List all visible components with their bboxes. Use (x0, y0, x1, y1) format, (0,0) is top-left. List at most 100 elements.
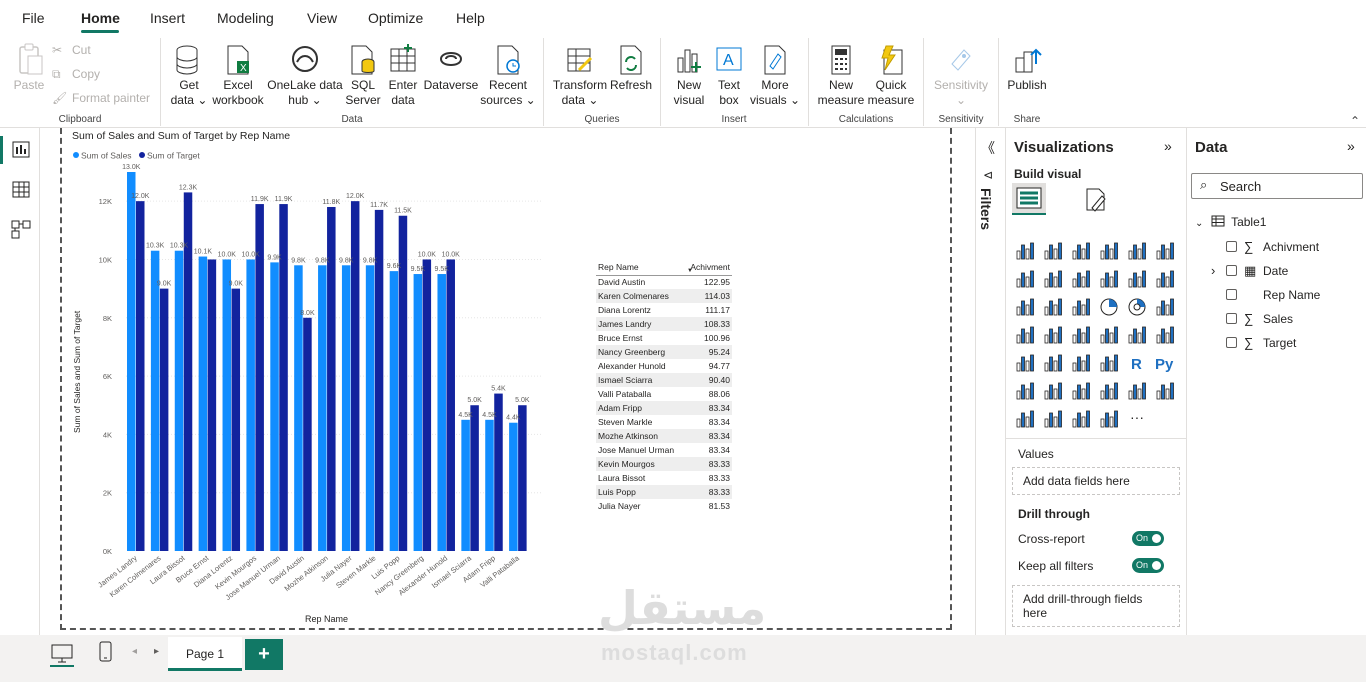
field-checkbox[interactable] (1226, 241, 1237, 252)
table-row[interactable]: James Landry 108.33 (596, 317, 732, 331)
values-drop-zone[interactable]: Add data fields here (1012, 467, 1180, 495)
expand-pane-icon[interactable]: » (1347, 138, 1355, 154)
previous-page-icon[interactable]: ◂ (132, 646, 137, 657)
excel-workbook-button[interactable]: X Excel workbook (210, 44, 266, 108)
collapse-pane-icon[interactable]: 《 (981, 138, 995, 158)
chevron-visual-icon[interactable] (1098, 408, 1120, 430)
kpi-icon[interactable] (1014, 352, 1036, 374)
bar-sales[interactable] (509, 422, 518, 551)
line-chart-icon[interactable] (1014, 268, 1036, 290)
stacked-bar-icon[interactable] (1014, 240, 1036, 262)
bar-target[interactable] (470, 405, 479, 551)
pie-icon[interactable] (1098, 296, 1120, 318)
100-bar-icon[interactable] (1126, 240, 1148, 262)
more-visuals-icon[interactable]: ··· (1126, 408, 1148, 430)
table-row[interactable]: Jose Manuel Urman 83.34 (596, 443, 732, 457)
bar-sales[interactable] (341, 265, 351, 551)
smart-narrative-icon[interactable] (1098, 380, 1120, 402)
table-row[interactable]: Karen Colmenares 114.03 (596, 289, 732, 303)
bar-target[interactable] (231, 288, 241, 551)
search-input[interactable]: ⌕ Search (1191, 173, 1363, 199)
donut-icon[interactable] (1126, 296, 1148, 318)
menu-modeling[interactable]: Modeling (217, 10, 274, 26)
field-checkbox[interactable] (1226, 265, 1237, 276)
map-icon[interactable] (1014, 324, 1036, 346)
diamond-visual-icon[interactable] (1070, 408, 1092, 430)
page-tab-page1[interactable]: Page 1 (168, 637, 242, 671)
new-measure-button[interactable]: New measure (816, 44, 866, 108)
100-column-icon[interactable] (1154, 240, 1176, 262)
filled-map-icon[interactable] (1042, 324, 1064, 346)
table-row[interactable]: Adam Fripp 83.34 (596, 401, 732, 415)
cross-report-toggle[interactable]: On (1132, 531, 1164, 546)
bar-sales[interactable] (294, 265, 303, 551)
gauge-icon[interactable] (1098, 324, 1120, 346)
python-visual-icon[interactable]: Py (1154, 352, 1176, 374)
line-clustered-icon[interactable] (1126, 268, 1148, 290)
bar-target[interactable] (159, 288, 169, 551)
paginated-report-icon[interactable] (1154, 380, 1176, 402)
bar-sales[interactable] (174, 250, 184, 551)
table-node-table1[interactable]: ⌄ Table1 (1195, 215, 1266, 229)
model-view-icon[interactable] (10, 218, 32, 240)
table-header-rep-name[interactable]: Rep Name (596, 259, 684, 276)
table-header-achivment[interactable]: Achivment ▼ (684, 259, 732, 276)
menu-file[interactable]: File (22, 10, 45, 26)
onelake-hub-button[interactable]: OneLake data hub ⌄ (266, 44, 344, 108)
field-sales[interactable]: ∑ Sales (1187, 311, 1365, 331)
sensitivity-button[interactable]: Sensitivity ⌄ (930, 44, 992, 108)
drill-through-drop-zone[interactable]: Add drill-through fields here (1012, 585, 1180, 627)
funnel-icon[interactable] (1042, 296, 1064, 318)
more-visuals-button[interactable]: More visuals ⌄ (748, 44, 802, 108)
field-target[interactable]: ∑ Target (1187, 335, 1365, 355)
cut-button[interactable]: ✂ Cut (52, 43, 91, 57)
paste-button[interactable]: Paste (10, 42, 48, 93)
menu-view[interactable]: View (307, 10, 337, 26)
enter-data-button[interactable]: Enter data (384, 44, 422, 108)
matrix-icon[interactable] (1098, 352, 1120, 374)
table-icon[interactable] (1070, 352, 1092, 374)
bar-sales[interactable] (413, 274, 423, 551)
card-icon[interactable] (1126, 324, 1148, 346)
table-row[interactable]: Kevin Mourgos 83.33 (596, 457, 732, 471)
sql-server-button[interactable]: SQL Server (343, 44, 383, 108)
new-visual-button[interactable]: New visual (668, 44, 710, 108)
ribbon-chart-icon[interactable] (1154, 268, 1176, 290)
menu-insert[interactable]: Insert (150, 10, 185, 26)
menu-home[interactable]: Home (81, 10, 120, 26)
stacked-column-icon[interactable] (1042, 240, 1064, 262)
bar-sales[interactable] (246, 259, 255, 551)
field-checkbox[interactable] (1226, 289, 1237, 300)
table-row[interactable]: Ismael Sciarra 90.40 (596, 373, 732, 387)
keep-filters-toggle[interactable]: On (1132, 558, 1164, 573)
table-row[interactable]: Nancy Greenberg 95.24 (596, 345, 732, 359)
table-row[interactable]: Mozhe Atkinson 83.34 (596, 429, 732, 443)
bar-target[interactable] (136, 201, 145, 551)
waterfall-icon[interactable] (1014, 296, 1036, 318)
bar-target[interactable] (446, 259, 455, 551)
treemap-icon[interactable] (1154, 296, 1176, 318)
publish-button[interactable]: Publish (1005, 44, 1049, 93)
bar-sales[interactable] (150, 250, 160, 551)
format-painter-button[interactable]: 🖌 Format painter (52, 91, 150, 105)
menu-help[interactable]: Help (456, 10, 485, 26)
add-page-button[interactable]: + (245, 639, 283, 670)
table-row[interactable]: Valli Pataballa 88.06 (596, 387, 732, 401)
power-apps-icon[interactable] (1014, 408, 1036, 430)
table-row[interactable]: David Austin 122.95 (596, 275, 732, 289)
field-achivment[interactable]: ∑ Achivment (1187, 239, 1365, 259)
metrics-icon[interactable] (1126, 380, 1148, 402)
table-row[interactable]: Steven Markle 83.34 (596, 415, 732, 429)
filters-pane[interactable]: 《 ⊲ Filters (975, 128, 1005, 635)
menu-optimize[interactable]: Optimize (368, 10, 423, 26)
bar-sales[interactable] (365, 265, 375, 551)
table-row[interactable]: Laura Bissot 83.33 (596, 471, 732, 485)
bar-sales[interactable] (461, 419, 470, 551)
next-page-icon[interactable]: ▸ (154, 646, 159, 657)
expand-pane-icon[interactable]: » (1164, 138, 1172, 154)
quick-measure-button[interactable]: Quick measure (866, 44, 916, 108)
dataverse-button[interactable]: Dataverse (422, 44, 480, 93)
bar-sales[interactable] (127, 172, 136, 551)
bar-sales[interactable] (389, 271, 399, 551)
transform-data-button[interactable]: Transform data ⌄ (552, 44, 608, 108)
